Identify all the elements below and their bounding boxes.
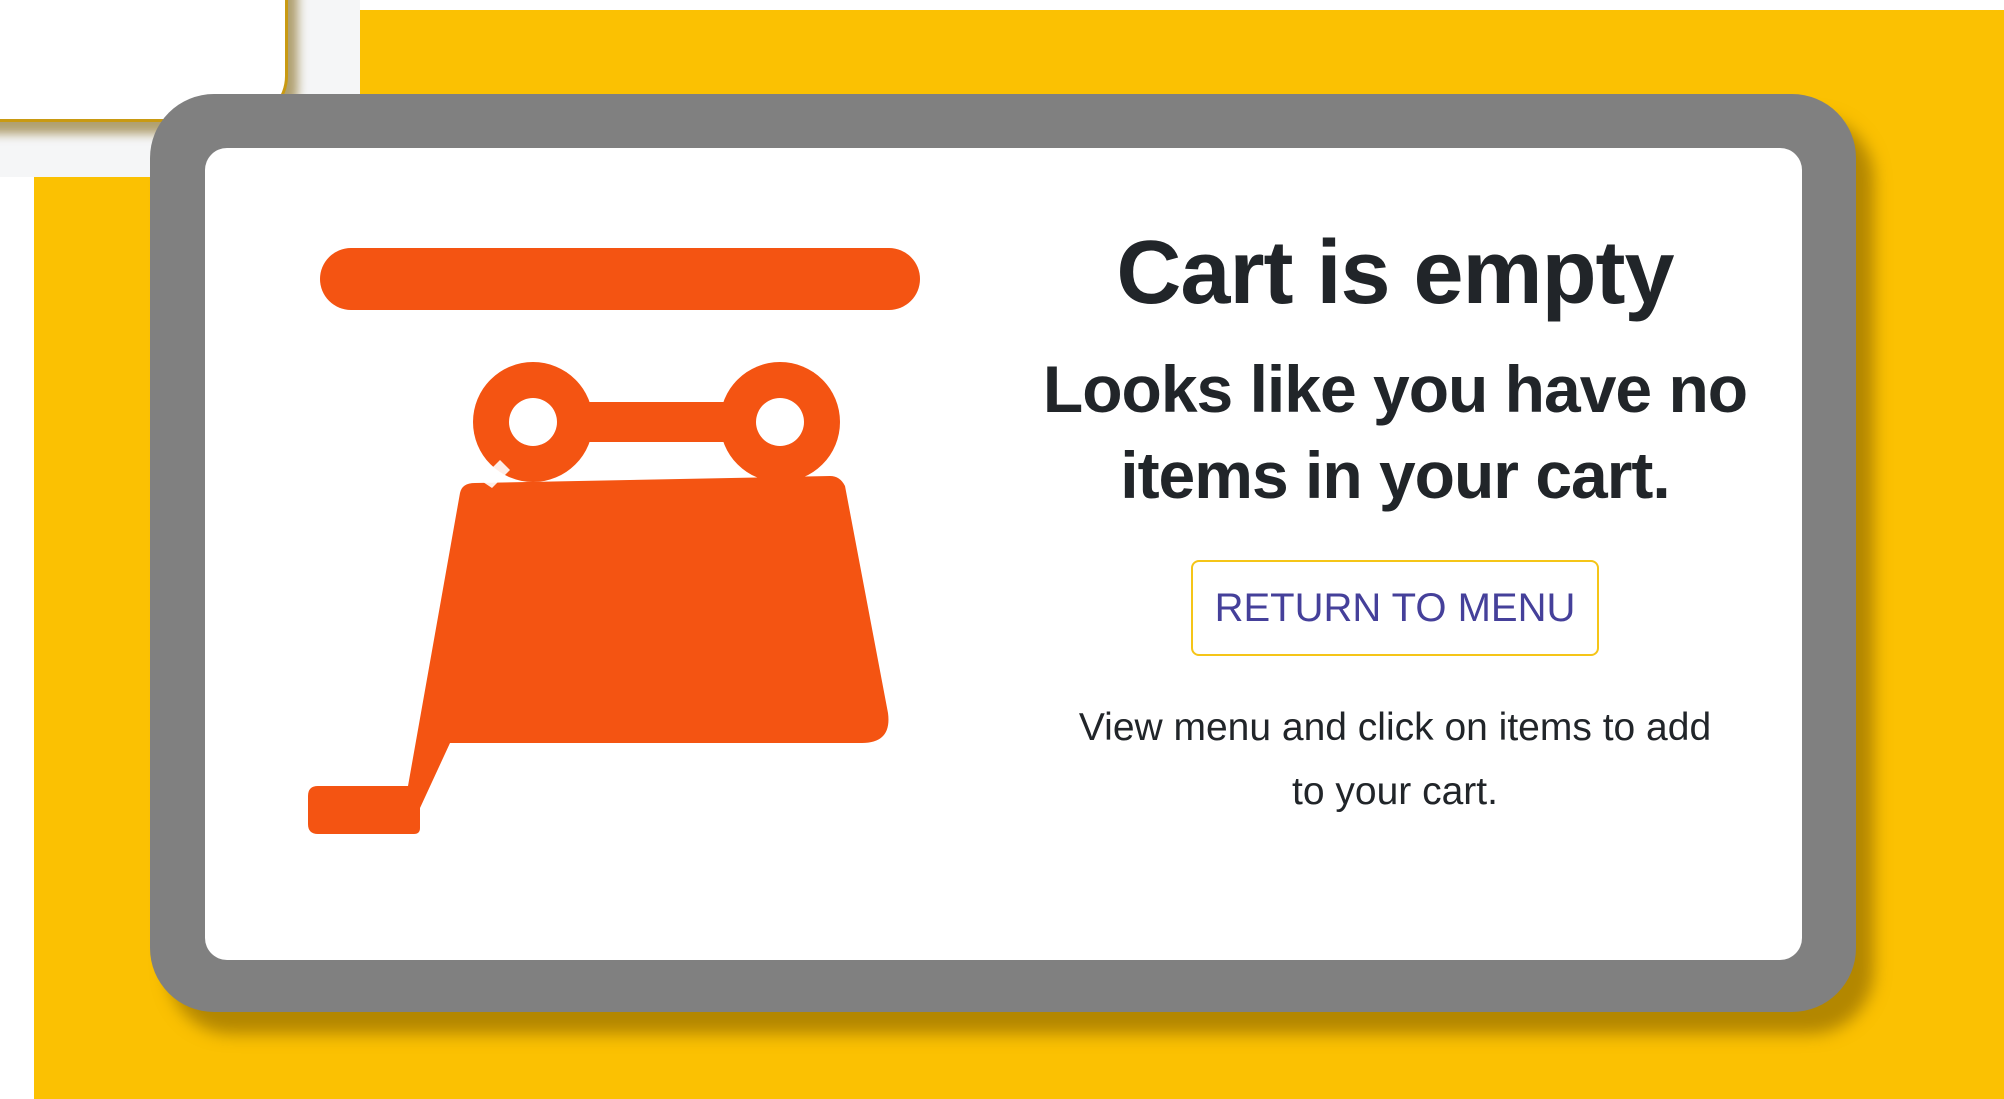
empty-cart-card-body: Cart is empty Looks like you have no ite… (205, 148, 1802, 960)
empty-cart-card: Cart is empty Looks like you have no ite… (150, 94, 1856, 1012)
return-to-menu-button[interactable]: RETURN TO MENU (1190, 560, 1600, 656)
empty-cart-hint: View menu and click on items to add to y… (1078, 706, 1712, 813)
empty-cart-content: Cart is empty Looks like you have no ite… (1020, 214, 1770, 824)
empty-cart-title: Cart is empty (1116, 223, 1674, 323)
empty-cart-subtitle: Looks like you have no items in your car… (1042, 352, 1748, 512)
shopping-cart-icon (308, 248, 920, 834)
page: Cart is empty Looks like you have no ite… (0, 0, 2004, 1099)
